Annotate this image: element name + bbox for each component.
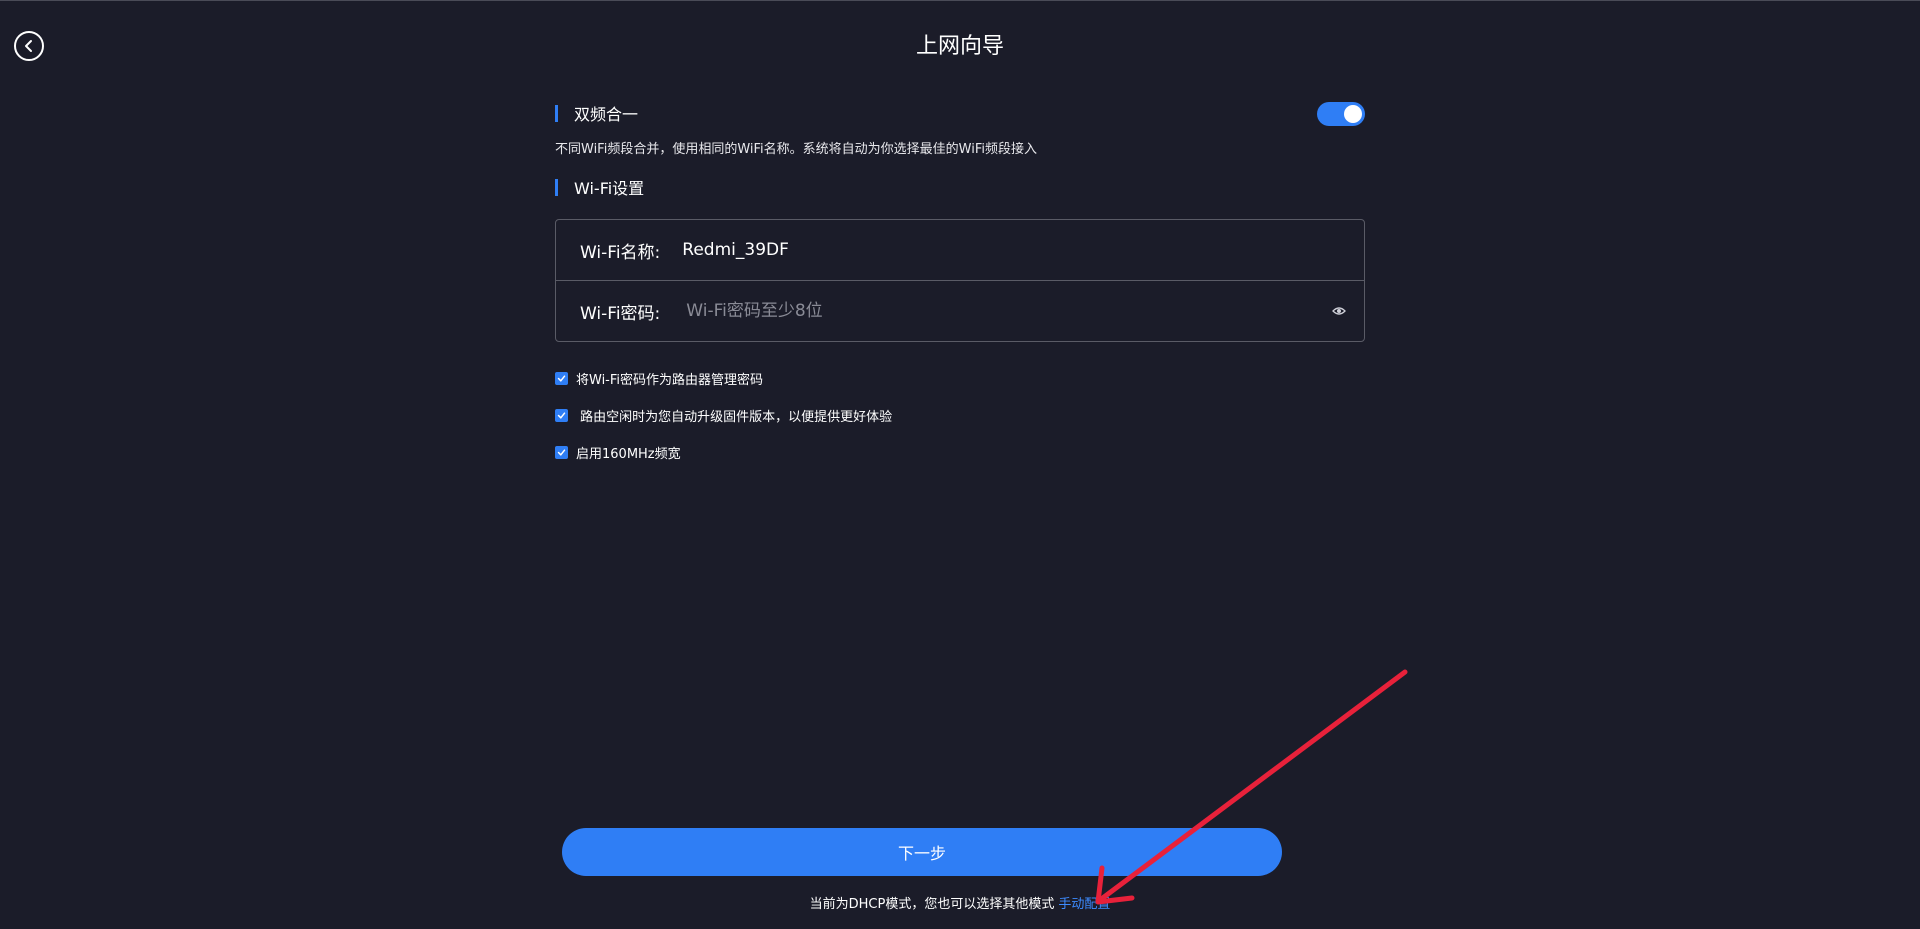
wifi-settings-header: Wi-Fi设置 (555, 174, 1365, 200)
check-icon (557, 411, 566, 419)
top-divider (0, 0, 1920, 1)
wizard-page: 上网向导 双频合一 不同WiFi频段合并，使用相同的WiFi名称。系统将自动为你… (0, 0, 1920, 929)
wifi-name-row: Wi-Fi名称: (556, 220, 1364, 280)
footer-note-text: 当前为DHCP模式，您也可以选择其他模式 (809, 897, 1055, 912)
wifi-password-label: Wi-Fi密码: (580, 303, 661, 324)
toggle-knob (1344, 105, 1362, 123)
checkbox-checked[interactable] (555, 445, 568, 459)
dual-band-description: 不同WiFi频段合并，使用相同的WiFi名称。系统将自动为你选择最佳的WiFi频… (555, 142, 1037, 157)
option-label: 路由空闲时为您自动升级固件版本，以便提供更好体验 (576, 409, 893, 425)
dual-band-section: 双频合一 不同WiFi频段合并，使用相同的WiFi名称。系统将自动为你选择最佳的… (555, 100, 1365, 157)
dual-band-title: 双频合一 (574, 105, 639, 124)
dual-band-header: 双频合一 (555, 100, 1365, 126)
wifi-password-input[interactable] (686, 301, 1287, 321)
options-list: 将Wi-Fi密码作为路由器管理密码 路由空闲时为您自动升级固件版本，以便提供更好… (555, 368, 1365, 462)
option-label: 启用160MHz频宽 (576, 446, 681, 462)
dual-band-toggle[interactable] (1317, 102, 1365, 126)
checkbox-checked[interactable] (555, 371, 568, 385)
eye-icon[interactable] (1332, 305, 1346, 317)
option-use-wifi-password-as-admin[interactable]: 将Wi-Fi密码作为路由器管理密码 (555, 368, 1365, 388)
next-button[interactable]: 下一步 (562, 828, 1282, 876)
wifi-name-input[interactable] (682, 240, 1283, 260)
section-accent-bar (555, 178, 558, 196)
wifi-password-row: Wi-Fi密码: (556, 280, 1364, 341)
footer-note: 当前为DHCP模式，您也可以选择其他模式 手动配置 (0, 893, 1920, 912)
page-title: 上网向导 (915, 34, 1004, 59)
checkbox-checked[interactable] (555, 408, 568, 422)
section-accent-bar (555, 104, 558, 122)
check-icon (557, 448, 566, 456)
option-label: 将Wi-Fi密码作为路由器管理密码 (576, 372, 764, 388)
wifi-settings-title: Wi-Fi设置 (574, 179, 645, 198)
manual-config-link[interactable]: 手动配置 (1058, 897, 1110, 912)
option-auto-upgrade-firmware[interactable]: 路由空闲时为您自动升级固件版本，以便提供更好体验 (555, 405, 1365, 425)
red-annotation-arrow-icon (1095, 669, 1408, 905)
wizard-content: 双频合一 不同WiFi频段合并，使用相同的WiFi名称。系统将自动为你选择最佳的… (555, 100, 1365, 479)
option-enable-160mhz[interactable]: 启用160MHz频宽 (555, 442, 1365, 462)
wifi-form: Wi-Fi名称: Wi-Fi密码: (555, 219, 1365, 342)
check-icon (557, 374, 566, 382)
wifi-name-label: Wi-Fi名称: (580, 242, 661, 263)
